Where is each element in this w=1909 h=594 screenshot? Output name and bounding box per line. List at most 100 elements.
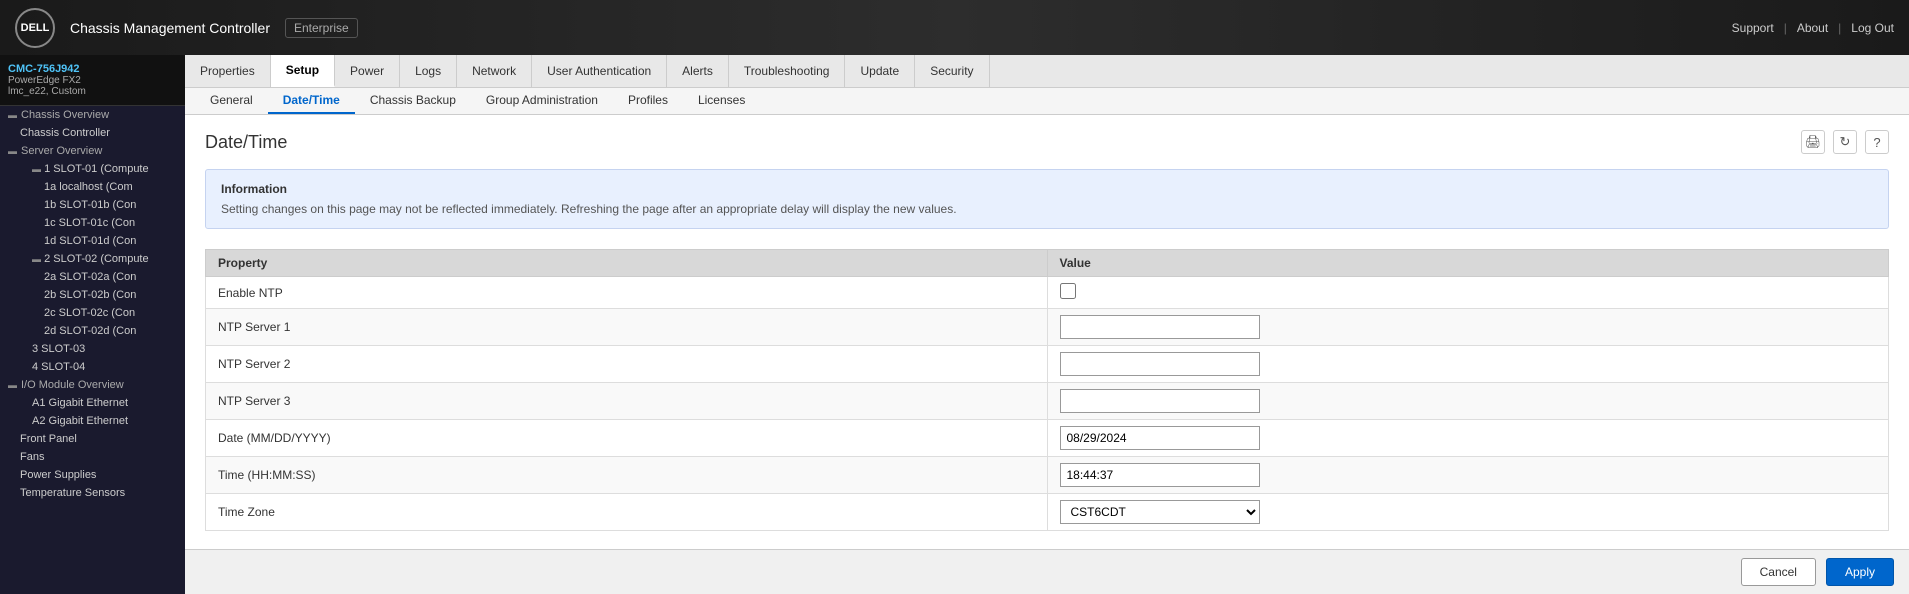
info-heading: Information — [221, 182, 1873, 196]
main-layout: CMC-756J942 PowerEdge FX2 lmc_e22, Custo… — [0, 55, 1909, 594]
tab-user-auth[interactable]: User Authentication — [532, 55, 667, 87]
ntp-server-3-input[interactable] — [1060, 389, 1260, 413]
tab-logs[interactable]: Logs — [400, 55, 457, 87]
sidebar-item-1c[interactable]: 1c SLOT-01c (Con — [0, 214, 185, 232]
page-title-row: Date/Time 🖨 ↻ ? — [205, 130, 1889, 154]
val-ntp1 — [1047, 309, 1889, 346]
sidebar-item-a1[interactable]: A1 Gigabit Ethernet — [0, 394, 185, 412]
table-row: NTP Server 3 — [206, 383, 1889, 420]
val-ntp3 — [1047, 383, 1889, 420]
tab-network[interactable]: Network — [457, 55, 532, 87]
sidebar-item-slot02[interactable]: ▬ 2 SLOT-02 (Compute — [0, 250, 185, 268]
timezone-select[interactable]: CST6CDT UTC EST5EDT PST8PDT MST7MDT — [1060, 500, 1260, 524]
sidebar-item-fans[interactable]: Fans — [0, 448, 185, 466]
date-input[interactable] — [1060, 426, 1260, 450]
sidebar-item-slot01[interactable]: ▬ 1 SLOT-01 (Compute — [0, 160, 185, 178]
ntp-server-1-input[interactable] — [1060, 315, 1260, 339]
val-time — [1047, 457, 1889, 494]
print-icon: 🖨 — [1805, 134, 1822, 150]
sidebar-item-front-panel[interactable]: Front Panel — [0, 430, 185, 448]
table-row: Date (MM/DD/YYYY) — [206, 420, 1889, 457]
table-row: NTP Server 1 — [206, 309, 1889, 346]
enable-ntp-checkbox[interactable] — [1060, 283, 1076, 299]
print-button[interactable]: 🖨 — [1801, 130, 1825, 154]
expand-icon-io: ▬ — [8, 380, 17, 390]
sidebar-item-2c[interactable]: 2c SLOT-02c (Con — [0, 304, 185, 322]
expand-icon-slot02: ▬ — [32, 254, 41, 264]
expand-icon-slot01: ▬ — [32, 164, 41, 174]
expand-icon: ▬ — [8, 110, 17, 120]
edition-badge: Enterprise — [285, 18, 358, 38]
content-area: Properties Setup Power Logs Network User… — [185, 55, 1909, 594]
table-row: NTP Server 2 — [206, 346, 1889, 383]
header-nav: Support | About | Log Out — [1732, 21, 1894, 35]
subtab-chassis-backup[interactable]: Chassis Backup — [355, 88, 471, 114]
tab-security[interactable]: Security — [915, 55, 989, 87]
sidebar-item-io-overview[interactable]: ▬ I/O Module Overview — [0, 376, 185, 394]
refresh-button[interactable]: ↻ — [1833, 130, 1857, 154]
table-row: Time (HH:MM:SS) — [206, 457, 1889, 494]
tab-properties[interactable]: Properties — [185, 55, 271, 87]
cmc-id[interactable]: CMC-756J942 — [8, 63, 177, 75]
sidebar-item-power-supplies[interactable]: Power Supplies — [0, 466, 185, 484]
val-enable-ntp — [1047, 277, 1889, 309]
sidebar-item-2b[interactable]: 2b SLOT-02b (Con — [0, 286, 185, 304]
sidebar-item-slot04[interactable]: 4 SLOT-04 — [0, 358, 185, 376]
prop-ntp2: NTP Server 2 — [206, 346, 1048, 383]
sidebar-item-1b[interactable]: 1b SLOT-01b (Con — [0, 196, 185, 214]
subtab-general[interactable]: General — [195, 88, 268, 114]
header-left: DELL Chassis Management Controller Enter… — [15, 8, 358, 48]
sidebar-item-slot03[interactable]: 3 SLOT-03 — [0, 340, 185, 358]
sidebar-item-chassis-controller[interactable]: Chassis Controller — [0, 124, 185, 142]
time-input[interactable] — [1060, 463, 1260, 487]
sidebar: CMC-756J942 PowerEdge FX2 lmc_e22, Custo… — [0, 55, 185, 594]
sidebar-item-chassis-overview[interactable]: ▬ Chassis Overview — [0, 106, 185, 124]
properties-table: Property Value Enable NTP NTP Server 1 — [205, 249, 1889, 531]
prop-ntp1: NTP Server 1 — [206, 309, 1048, 346]
subtab-datetime[interactable]: Date/Time — [268, 88, 355, 114]
refresh-icon: ↻ — [1840, 134, 1851, 150]
tab-troubleshooting[interactable]: Troubleshooting — [729, 55, 846, 87]
server-model: PowerEdge FX2 — [8, 75, 177, 86]
table-row: Time Zone CST6CDT UTC EST5EDT PST8PDT MS… — [206, 494, 1889, 531]
help-icon: ? — [1873, 135, 1880, 150]
prop-ntp3: NTP Server 3 — [206, 383, 1048, 420]
sidebar-item-2d[interactable]: 2d SLOT-02d (Con — [0, 322, 185, 340]
subtab-licenses[interactable]: Licenses — [683, 88, 760, 114]
sidebar-item-2a[interactable]: 2a SLOT-02a (Con — [0, 268, 185, 286]
tab-alerts[interactable]: Alerts — [667, 55, 729, 87]
tab-update[interactable]: Update — [845, 55, 915, 87]
val-ntp2 — [1047, 346, 1889, 383]
dell-logo: DELL — [15, 8, 55, 48]
info-box: Information Setting changes on this page… — [205, 169, 1889, 229]
sidebar-item-temp-sensors[interactable]: Temperature Sensors — [0, 484, 185, 502]
app-title: Chassis Management Controller — [70, 20, 270, 36]
cancel-button[interactable]: Cancel — [1741, 558, 1816, 586]
apply-button[interactable]: Apply — [1826, 558, 1894, 586]
expand-icon-server: ▬ — [8, 146, 17, 156]
logout-link[interactable]: Log Out — [1851, 21, 1894, 35]
subtab-profiles[interactable]: Profiles — [613, 88, 683, 114]
tab-power[interactable]: Power — [335, 55, 400, 87]
sidebar-item-1a[interactable]: 1a localhost (Com — [0, 178, 185, 196]
tab-setup[interactable]: Setup — [271, 55, 335, 87]
subtab-group-admin[interactable]: Group Administration — [471, 88, 613, 114]
sidebar-item-server-overview[interactable]: ▬ Server Overview — [0, 142, 185, 160]
col-property: Property — [206, 250, 1048, 277]
table-row: Enable NTP — [206, 277, 1889, 309]
header: DELL Chassis Management Controller Enter… — [0, 0, 1909, 55]
support-link[interactable]: Support — [1732, 21, 1774, 35]
main-tab-bar: Properties Setup Power Logs Network User… — [185, 55, 1909, 88]
sub-tab-bar: General Date/Time Chassis Backup Group A… — [185, 88, 1909, 115]
prop-date: Date (MM/DD/YYYY) — [206, 420, 1048, 457]
sidebar-item-1d[interactable]: 1d SLOT-01d (Con — [0, 232, 185, 250]
prop-enable-ntp: Enable NTP — [206, 277, 1048, 309]
val-timezone: CST6CDT UTC EST5EDT PST8PDT MST7MDT — [1047, 494, 1889, 531]
ntp-server-2-input[interactable] — [1060, 352, 1260, 376]
about-link[interactable]: About — [1797, 21, 1828, 35]
sidebar-item-a2[interactable]: A2 Gigabit Ethernet — [0, 412, 185, 430]
footer-bar: Cancel Apply — [185, 549, 1909, 594]
col-value: Value — [1047, 250, 1889, 277]
server-location: lmc_e22, Custom — [8, 86, 177, 97]
help-button[interactable]: ? — [1865, 130, 1889, 154]
